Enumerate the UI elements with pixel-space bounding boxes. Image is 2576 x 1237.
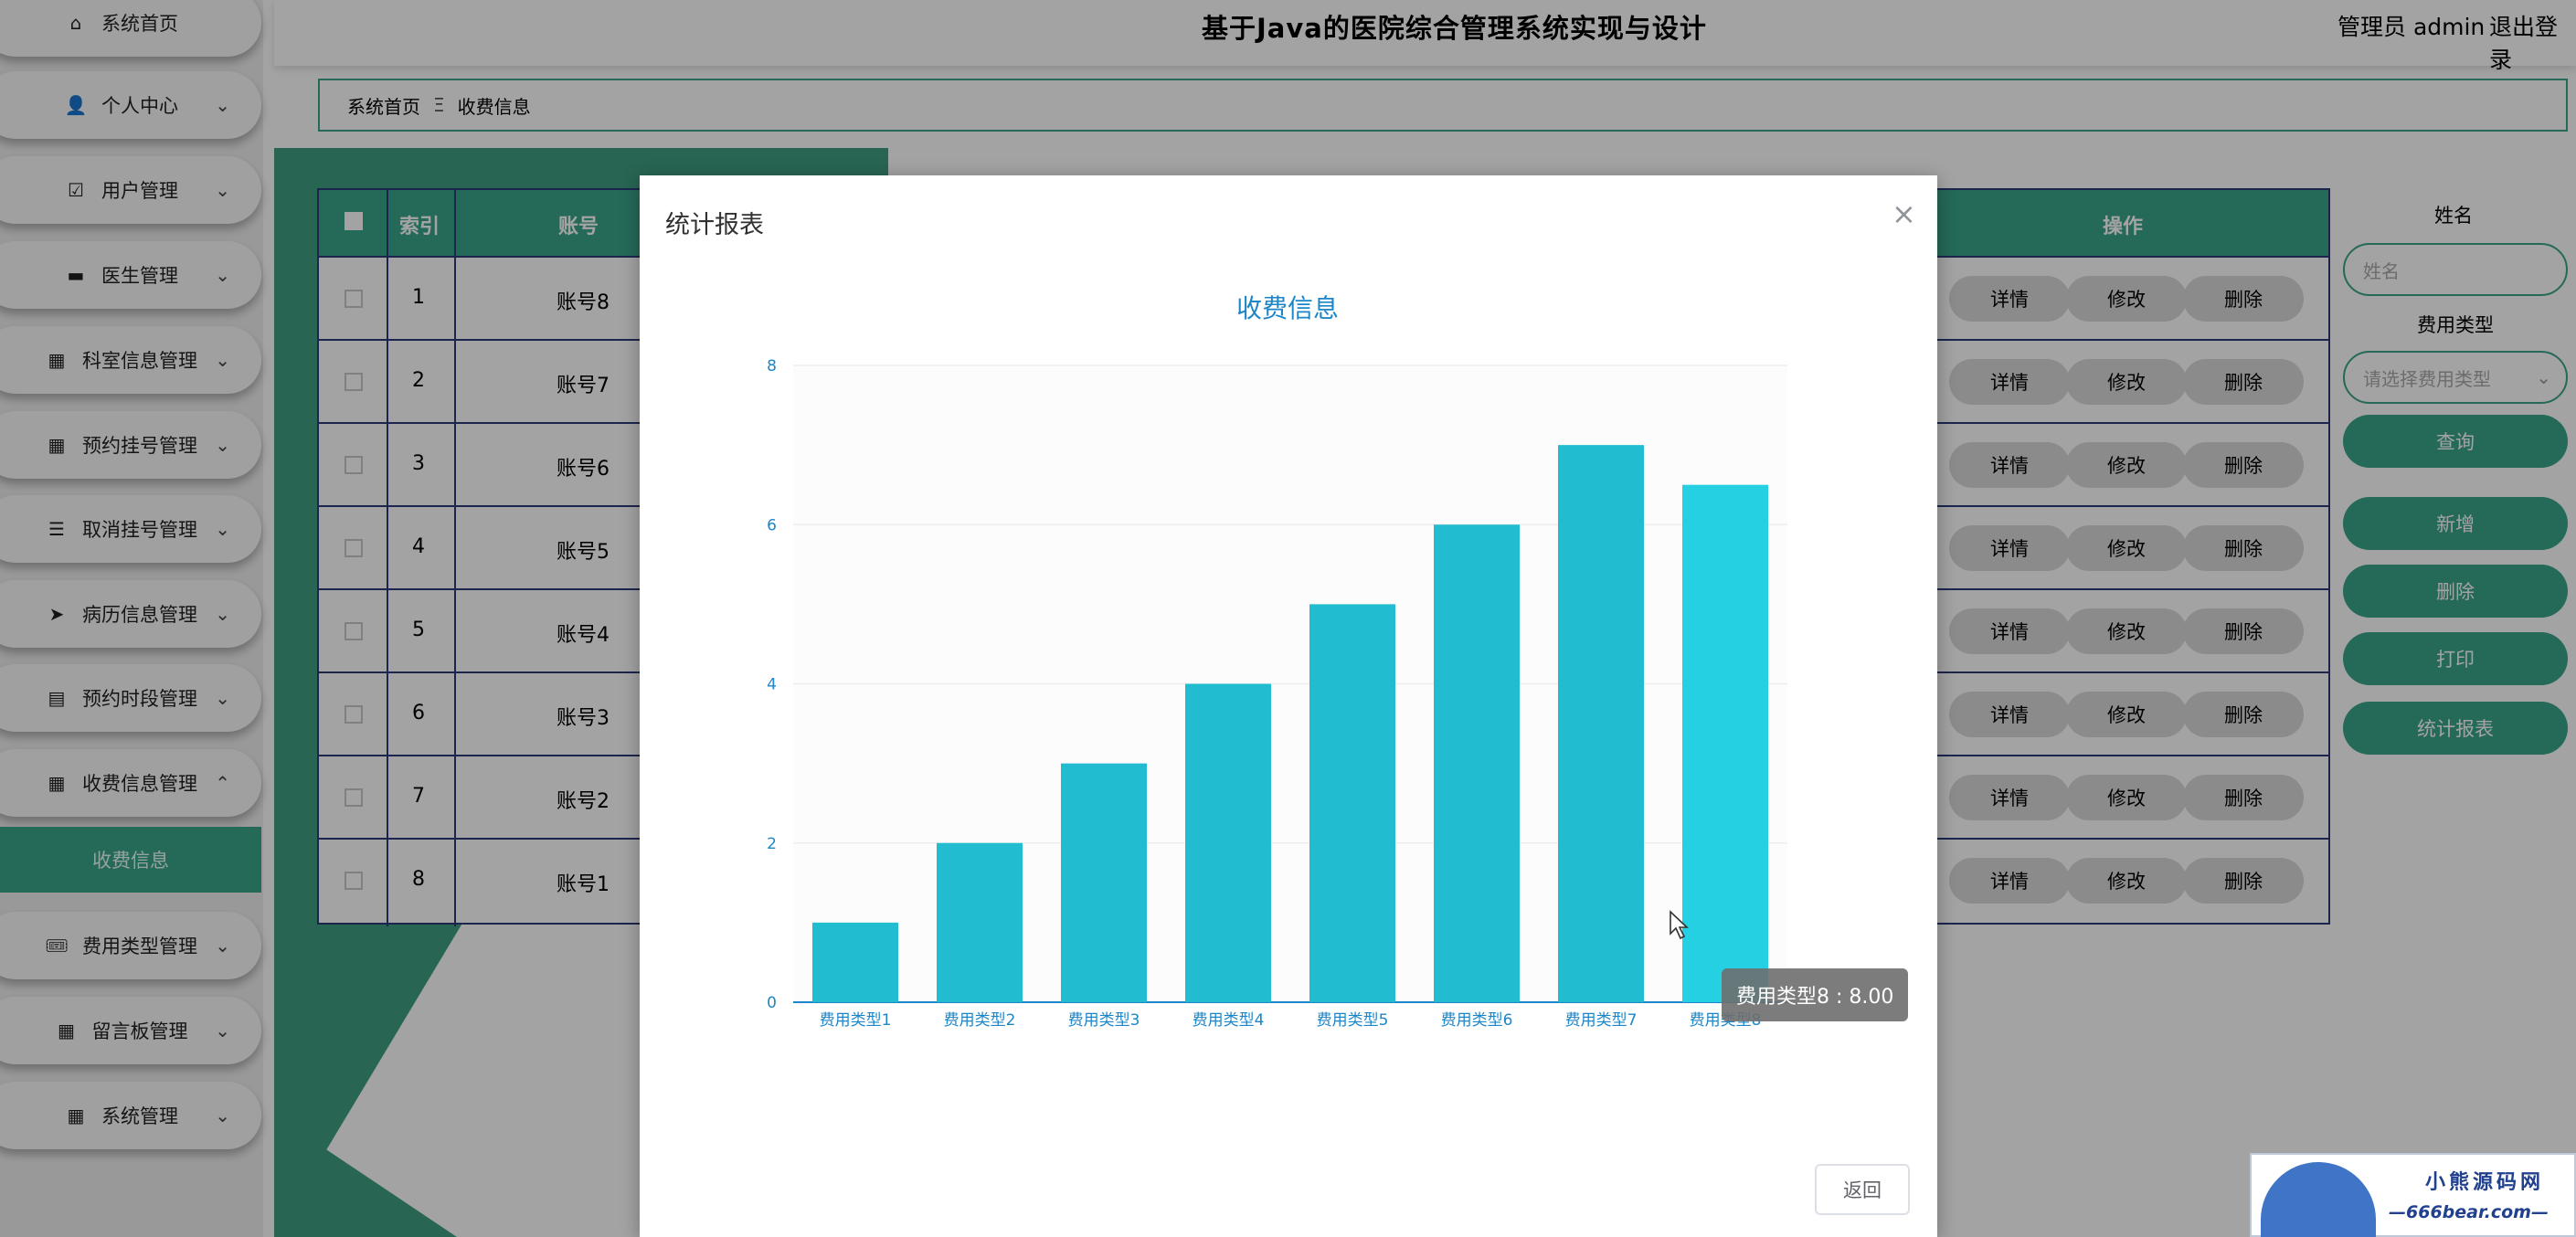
bar xyxy=(812,922,898,1002)
y-tick-label: 0 xyxy=(767,994,777,1012)
x-tick-label: 费用类型3 xyxy=(1068,1011,1140,1030)
y-tick-label: 2 xyxy=(767,835,777,853)
stats-dialog: 统计报表 × 收费信息 0 2 4 6 8 费用类型1 费用类型2 费用类型3 费用类型4 费用类… xyxy=(640,175,1937,1237)
chart-tooltip: 费用类型8 : 8.00 xyxy=(1722,968,1909,1021)
y-tick-label: 4 xyxy=(767,676,777,694)
watermark-url: —666bear.com— xyxy=(2389,1202,2549,1222)
bar xyxy=(937,842,1023,1002)
watermark: 小熊源码网 —666bear.com— xyxy=(2250,1153,2576,1237)
close-icon[interactable]: × xyxy=(1892,199,1916,228)
bar xyxy=(1558,445,1644,1002)
bar xyxy=(1185,683,1271,1002)
bar-chart: 0 2 4 6 8 费用类型1 费用类型2 费用类型3 费用类型4 费用类型5 费用类型6 费用类型7… xyxy=(767,357,1787,1030)
x-tick-label: 费用类型4 xyxy=(1193,1011,1265,1030)
chart-title: 收费信息 xyxy=(1235,293,1339,323)
dialog-title: 统计报表 xyxy=(665,211,764,239)
x-tick-label: 费用类型5 xyxy=(1317,1011,1389,1030)
x-tick-label: 费用类型2 xyxy=(944,1011,1016,1030)
bear-logo xyxy=(2261,1162,2376,1237)
x-tick-label: 费用类型6 xyxy=(1441,1011,1513,1030)
y-tick-label: 8 xyxy=(767,357,777,375)
y-tick-label: 6 xyxy=(767,516,777,534)
x-tick-label: 费用类型1 xyxy=(820,1011,892,1030)
bar xyxy=(1682,484,1768,1002)
back-button[interactable]: 返回 xyxy=(1815,1164,1910,1215)
bar xyxy=(1434,524,1520,1002)
x-tick-label: 费用类型7 xyxy=(1565,1011,1638,1030)
mouse-cursor-icon xyxy=(1670,910,1690,940)
bar xyxy=(1061,763,1147,1002)
bar xyxy=(1309,604,1395,1002)
watermark-title: 小熊源码网 xyxy=(2425,1171,2545,1194)
